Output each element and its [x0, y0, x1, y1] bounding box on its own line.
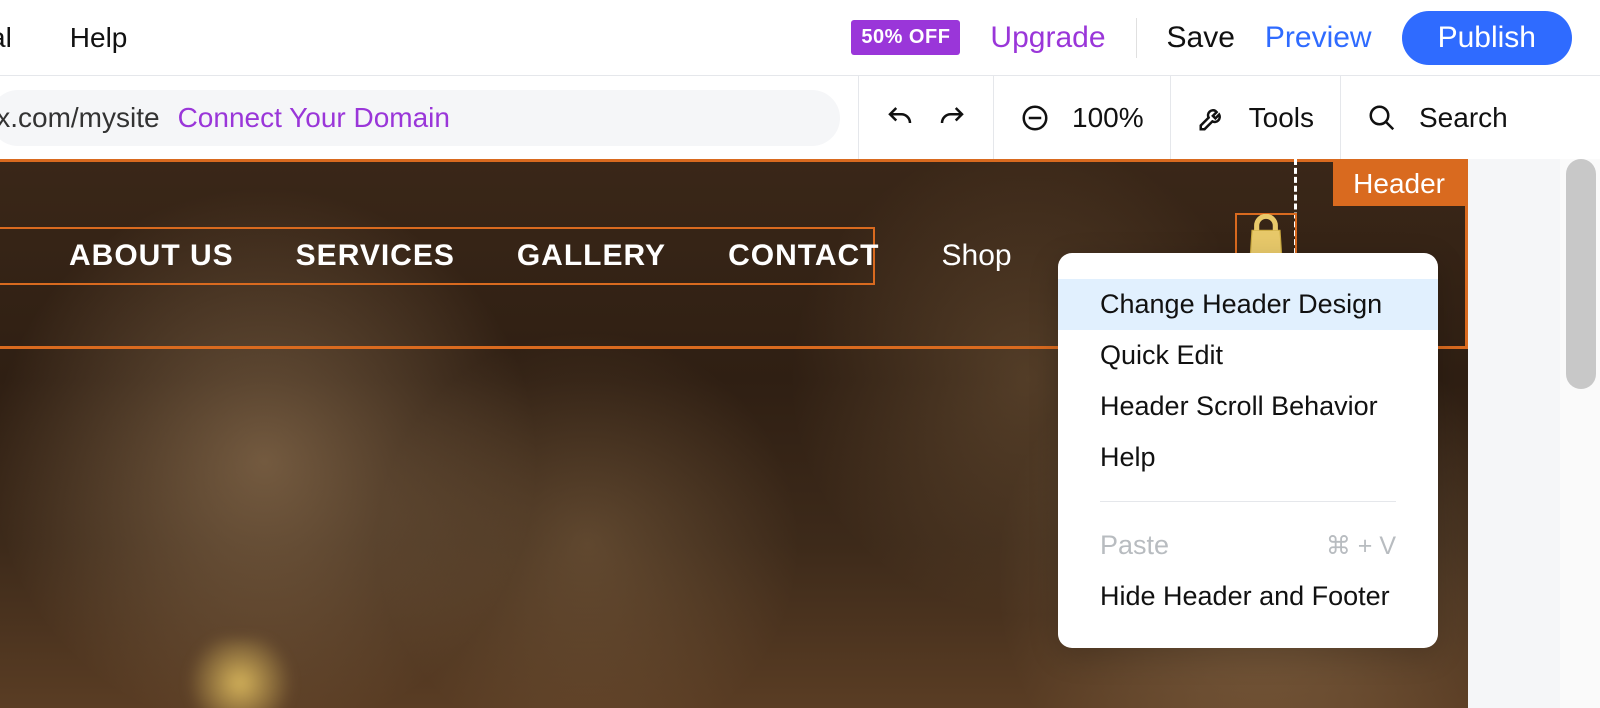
nav-item-contact[interactable]: CONTACT — [728, 239, 879, 273]
top-menu-right: 50% OFF Upgrade Save Preview Publish — [851, 11, 1572, 65]
redo-icon[interactable] — [937, 103, 967, 133]
tools-group[interactable]: Tools — [1170, 76, 1340, 159]
connect-domain-link[interactable]: Connect Your Domain — [178, 102, 450, 134]
header-tag-label: Header — [1333, 162, 1465, 206]
top-menu-bar: al Help 50% OFF Upgrade Save Preview Pub… — [0, 0, 1600, 76]
upgrade-link[interactable]: Upgrade — [990, 21, 1105, 55]
blur-highlight — [180, 638, 300, 708]
ctx-help[interactable]: Help — [1058, 432, 1438, 483]
zoom-group[interactable]: 100% — [993, 76, 1170, 159]
search-group[interactable]: Search — [1340, 76, 1534, 159]
tools-label: Tools — [1249, 102, 1314, 134]
ctx-paste: Paste ⌘ + V — [1058, 520, 1438, 571]
discount-badge: 50% OFF — [851, 20, 960, 55]
wrench-icon — [1197, 103, 1227, 133]
history-group — [858, 76, 993, 159]
ctx-header-scroll-behavior[interactable]: Header Scroll Behavior — [1058, 381, 1438, 432]
ctx-paste-shortcut: ⌘ + V — [1326, 531, 1396, 561]
separator — [1136, 18, 1137, 58]
zoom-out-icon[interactable] — [1020, 103, 1050, 133]
editor-toolbar: ix.com/mysite Connect Your Domain 100% T… — [0, 76, 1600, 159]
save-button[interactable]: Save — [1167, 21, 1235, 55]
nav-menu[interactable]: ABOUT US SERVICES GALLERY CONTACT Shop — [0, 227, 875, 285]
editor-canvas-wrap: Header ABOUT US SERVICES GALLERY CONTACT… — [0, 159, 1600, 708]
preview-button[interactable]: Preview — [1265, 21, 1372, 55]
ctx-divider — [1100, 501, 1396, 502]
ctx-quick-edit[interactable]: Quick Edit — [1058, 330, 1438, 381]
scrollbar-thumb[interactable] — [1566, 159, 1596, 389]
publish-button[interactable]: Publish — [1402, 11, 1572, 65]
search-icon — [1367, 103, 1397, 133]
top-menu-left: al Help — [0, 22, 127, 54]
nav-item-shop[interactable]: Shop — [942, 239, 1012, 273]
site-url-text: ix.com/mysite — [0, 102, 160, 134]
search-label: Search — [1419, 102, 1508, 134]
nav-item-services[interactable]: SERVICES — [296, 239, 455, 273]
nav-item-gallery[interactable]: GALLERY — [517, 239, 666, 273]
site-canvas[interactable]: Header ABOUT US SERVICES GALLERY CONTACT… — [0, 159, 1468, 708]
site-url-pill[interactable]: ix.com/mysite Connect Your Domain — [0, 90, 840, 146]
ctx-change-header-design[interactable]: Change Header Design — [1058, 279, 1438, 330]
undo-icon[interactable] — [885, 103, 915, 133]
menu-item-help[interactable]: Help — [70, 22, 128, 54]
nav-item-about[interactable]: ABOUT US — [69, 239, 234, 273]
header-context-menu: Change Header Design Quick Edit Header S… — [1058, 253, 1438, 648]
vertical-scrollbar[interactable] — [1560, 159, 1600, 708]
zoom-value: 100% — [1072, 102, 1144, 134]
ctx-paste-label: Paste — [1100, 530, 1169, 561]
ctx-hide-header-footer[interactable]: Hide Header and Footer — [1058, 571, 1438, 622]
menu-item-partial[interactable]: al — [0, 22, 12, 54]
